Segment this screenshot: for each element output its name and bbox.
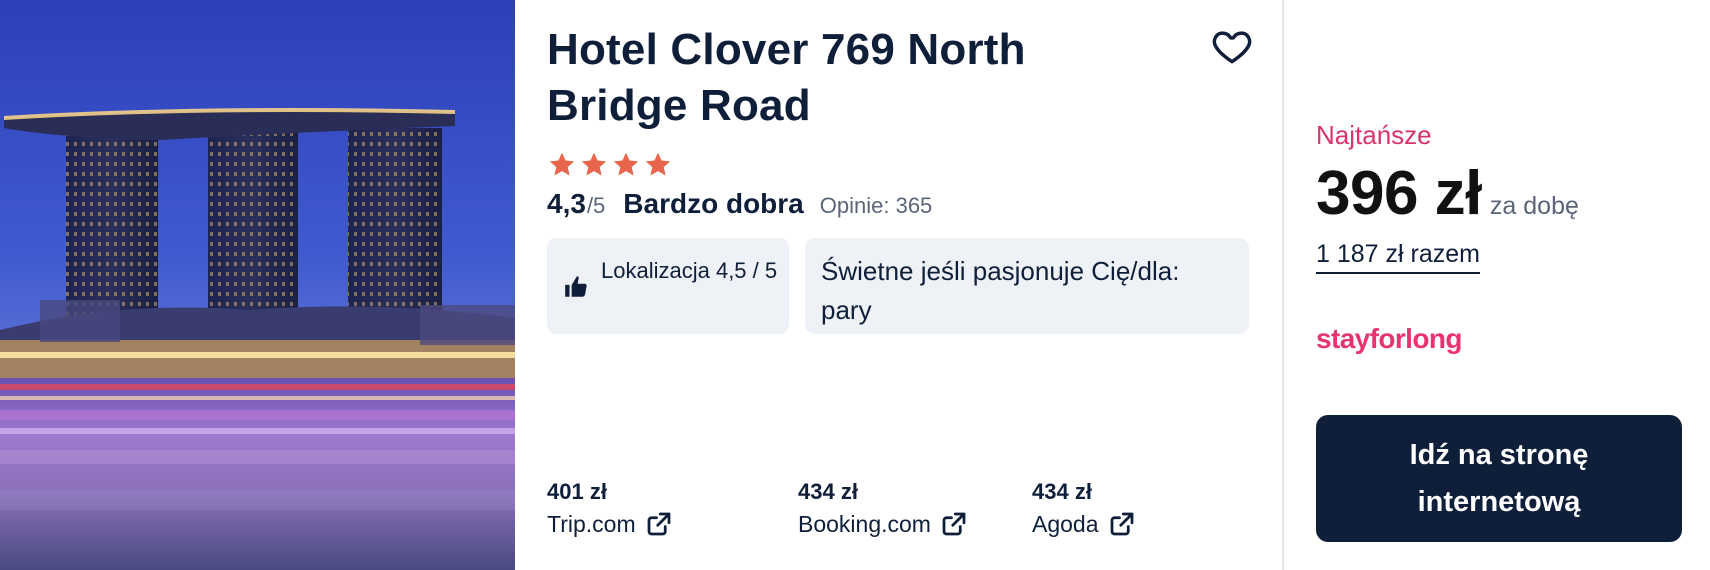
- hotel-result-card: Hotel Clover 769 North Bridge Road 4,3 /…: [0, 0, 1710, 570]
- hotel-name[interactable]: Hotel Clover 769 North Bridge Road: [547, 22, 1107, 134]
- offer-site[interactable]: Trip.com: [547, 508, 636, 540]
- good-for-chip: Świetne jeśli pasjonuje Cię/dla: pary: [805, 238, 1249, 334]
- guest-rating: 4,3 /5 Bardzo dobra Opinie: 365: [547, 188, 932, 220]
- external-link-icon[interactable]: [939, 509, 969, 539]
- heart-icon[interactable]: [1210, 24, 1254, 68]
- offer-price: 434 zł: [798, 479, 858, 504]
- location-label: Lokalizacja 4,5 / 5: [601, 258, 778, 283]
- location-highlight-chip: Lokalizacja 4,5 / 5: [547, 238, 789, 334]
- nightly-price: 396 zł za dobę: [1316, 158, 1579, 229]
- offer-trip[interactable]: 401 zł Trip.com: [547, 478, 674, 548]
- rating-score: 4,3: [547, 188, 586, 219]
- star-rating: [547, 150, 673, 182]
- rating-max: /5: [586, 193, 606, 218]
- star-icon: [579, 150, 609, 180]
- offer-price: 434 zł: [1032, 479, 1092, 504]
- provider-logo: stayforlong: [1316, 323, 1462, 354]
- hotel-info: Hotel Clover 769 North Bridge Road 4,3 /…: [515, 0, 1282, 570]
- rating-verdict: Bardzo dobra: [623, 188, 804, 219]
- price-per-night: za dobę: [1489, 192, 1579, 220]
- go-to-website-button[interactable]: Idź na stronę internetową: [1316, 415, 1682, 542]
- price-amount: 396 zł: [1316, 159, 1482, 228]
- offer-site[interactable]: Booking.com: [798, 508, 931, 540]
- offer-agoda[interactable]: 434 zł Agoda: [1032, 478, 1137, 548]
- other-offers: 401 zł Trip.com 434 zł Booking.com 434 z…: [547, 478, 1267, 548]
- hotel-photo[interactable]: [0, 0, 515, 570]
- cheapest-label: Najtańsze: [1316, 120, 1432, 150]
- good-for-label: Świetne jeśli pasjonuje Cię/dla: pary: [821, 256, 1180, 325]
- best-deal-panel: Najtańsze 396 zł za dobę 1 187 zł razem …: [1284, 0, 1710, 570]
- external-link-icon[interactable]: [1107, 509, 1137, 539]
- thumbs-up-icon: [563, 274, 589, 300]
- offer-booking[interactable]: 434 zł Booking.com: [798, 478, 969, 548]
- star-icon: [643, 150, 673, 180]
- total-price-link[interactable]: 1 187 zł razem: [1316, 240, 1480, 274]
- external-link-icon[interactable]: [644, 509, 674, 539]
- offer-price: 401 zł: [547, 479, 607, 504]
- star-icon: [611, 150, 641, 180]
- reviews-count[interactable]: Opinie: 365: [820, 193, 933, 219]
- offer-site[interactable]: Agoda: [1032, 508, 1099, 540]
- star-icon: [547, 150, 577, 180]
